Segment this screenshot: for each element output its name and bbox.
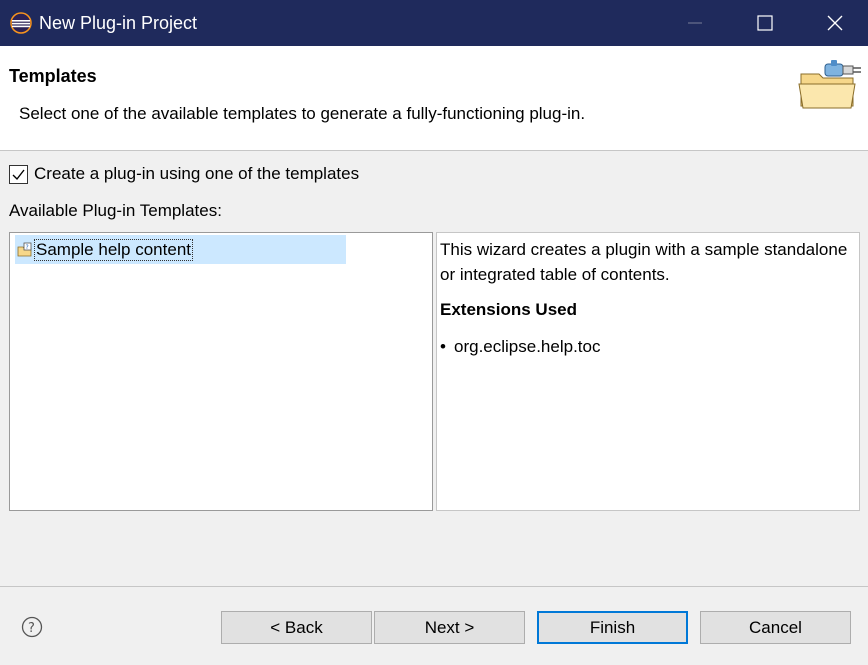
- bullet-icon: •: [440, 337, 446, 356]
- footer-separator: [0, 586, 868, 587]
- title-bar: New Plug-in Project: [0, 0, 868, 46]
- extension-list-item: • org.eclipse.help.toc: [440, 337, 600, 357]
- template-item-label: Sample help content: [34, 238, 193, 261]
- page-title: Templates: [9, 66, 97, 86]
- create-from-template-checkbox[interactable]: [9, 164, 28, 184]
- template-description-panel: This wizard creates a plugin with a samp…: [436, 232, 860, 511]
- extension-name: org.eclipse.help.toc: [454, 337, 601, 356]
- create-from-template-label[interactable]: Create a plug-in using one of the templa…: [34, 164, 359, 184]
- svg-text:?: ?: [26, 244, 29, 251]
- available-templates-label: Available Plug-in Templates:: [9, 201, 222, 220]
- next-button[interactable]: Next >: [374, 611, 525, 644]
- minimize-button[interactable]: [672, 0, 718, 46]
- window-title: New Plug-in Project: [39, 13, 198, 33]
- templates-tree[interactable]: ? Sample help content: [9, 232, 433, 511]
- cancel-button[interactable]: Cancel: [700, 611, 851, 644]
- finish-button[interactable]: Finish: [537, 611, 688, 644]
- template-description: This wizard creates a plugin with a samp…: [440, 240, 848, 284]
- extensions-heading: Extensions Used: [440, 300, 577, 319]
- header-separator: [0, 150, 868, 151]
- folder-plugin-icon: [798, 60, 861, 109]
- maximize-icon: [757, 15, 773, 31]
- maximize-button[interactable]: [742, 0, 788, 46]
- wizard-header: Templates Select one of the available te…: [0, 46, 868, 150]
- eclipse-app-icon: [10, 12, 32, 34]
- back-button[interactable]: < Back: [221, 611, 372, 644]
- close-icon: [827, 15, 843, 31]
- template-item-sample-help-content[interactable]: ? Sample help content: [15, 235, 346, 264]
- close-button[interactable]: [812, 0, 858, 46]
- minimize-icon: [688, 22, 702, 24]
- create-from-template-option[interactable]: Create a plug-in using one of the templa…: [9, 164, 359, 184]
- checkmark-icon: [12, 169, 25, 180]
- help-icon[interactable]: ?: [21, 616, 43, 638]
- help-template-icon: ?: [17, 242, 32, 256]
- page-description: Select one of the available templates to…: [19, 104, 586, 123]
- svg-text:?: ?: [28, 621, 35, 636]
